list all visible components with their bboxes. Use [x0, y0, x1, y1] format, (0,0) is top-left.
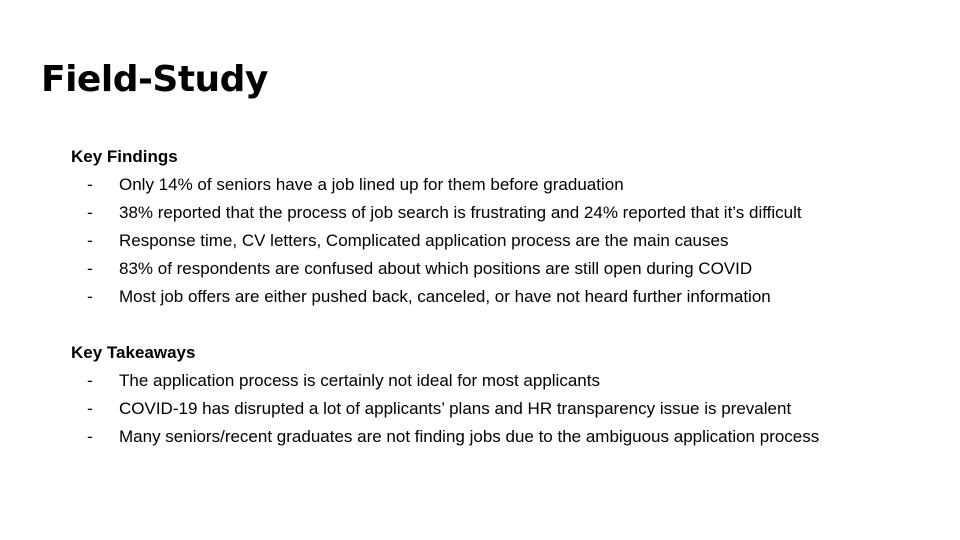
slide-title: Field-Study	[41, 59, 268, 100]
bullet-dash: -	[87, 427, 93, 446]
bullet-dash: -	[87, 231, 93, 250]
bullet-dash: -	[87, 371, 93, 390]
list-item-text: Most job offers are either pushed back, …	[119, 287, 771, 306]
bullet-dash: -	[87, 259, 93, 278]
bullet-dash: -	[87, 203, 93, 222]
section-heading-key-takeaways: Key Takeaways	[71, 343, 196, 362]
list-item-text: Response time, CV letters, Complicated a…	[119, 231, 729, 250]
list-item-text: Many seniors/recent graduates are not fi…	[119, 427, 820, 446]
list-item-text: Only 14% of seniors have a job lined up …	[119, 175, 624, 194]
slide: Field-Study Key Findings - Only 14% of s…	[0, 0, 960, 540]
bullet-dash: -	[87, 175, 93, 194]
list-item-text: 83% of respondents are confused about wh…	[119, 259, 753, 278]
section-heading-key-findings: Key Findings	[71, 147, 178, 166]
bullet-dash: -	[87, 399, 93, 418]
bullet-dash: -	[87, 287, 93, 306]
list-item-text: 38% reported that the process of job sea…	[119, 203, 802, 222]
list-item-text: The application process is certainly not…	[119, 371, 600, 390]
list-item-text: COVID-19 has disrupted a lot of applican…	[119, 399, 792, 418]
